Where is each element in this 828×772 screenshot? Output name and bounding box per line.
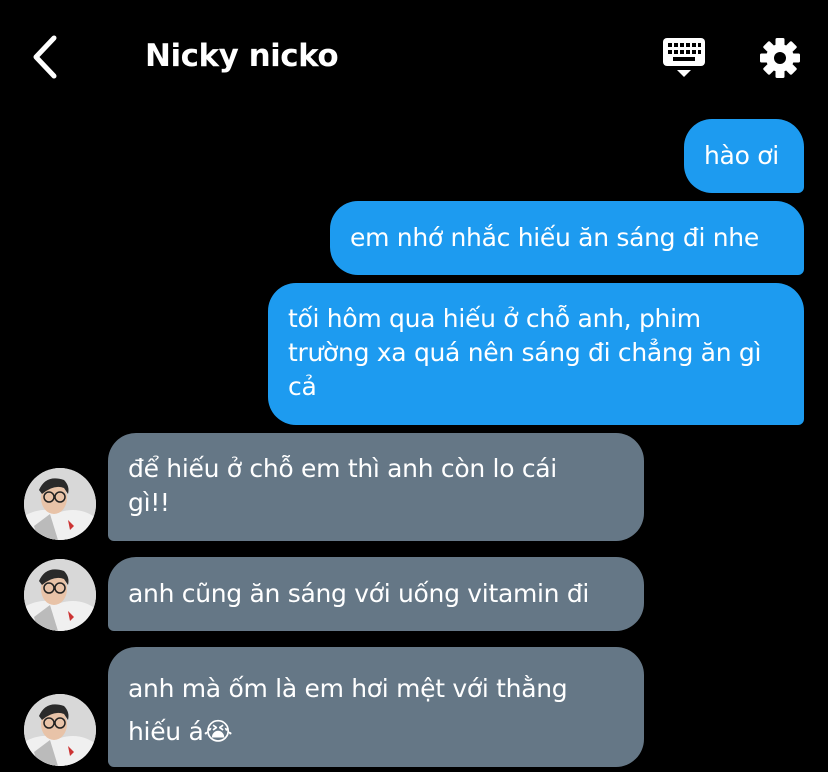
message-bubble-sent[interactable]: tối hôm qua hiếu ở chỗ anh, phim trường … (268, 283, 804, 425)
message-bubble-sent[interactable]: em nhớ nhắc hiếu ăn sáng đi nhe (330, 201, 804, 275)
message-bubble-received[interactable]: anh mà ốm là em hơi mệt với thằng hiếu á… (108, 647, 644, 767)
message-text: để hiếu ở chỗ em thì anh còn lo cái gì!! (128, 454, 557, 517)
avatar-image (24, 468, 96, 540)
gear-icon (760, 38, 800, 78)
avatar[interactable] (24, 694, 96, 766)
conversation-title: Nicky nicko (145, 38, 339, 74)
message-bubble-received[interactable]: để hiếu ở chỗ em thì anh còn lo cái gì!! (108, 433, 644, 541)
message-bubble-received[interactable]: anh cũng ăn sáng với uống vitamin đi (108, 557, 644, 631)
message-bubble-sent[interactable]: hào ơi (684, 119, 804, 193)
keyboard-icon (663, 38, 705, 77)
avatar-image (24, 559, 96, 631)
avatar[interactable] (24, 559, 96, 631)
message-text: tối hôm qua hiếu ở chỗ anh, phim trường … (288, 304, 762, 401)
keyboard-button[interactable] (662, 36, 706, 80)
message-text: hào ơi (704, 141, 779, 170)
chevron-left-icon (33, 35, 57, 79)
message-text: em nhớ nhắc hiếu ăn sáng đi nhe (350, 223, 759, 252)
back-button[interactable] (28, 34, 64, 80)
message-text: anh cũng ăn sáng với uống vitamin đi (128, 579, 590, 608)
avatar[interactable] (24, 468, 96, 540)
conversation-header: Nicky nicko (0, 0, 828, 112)
settings-button[interactable] (758, 36, 802, 80)
message-text: anh mà ốm là em hơi mệt với thằng hiếu á… (128, 674, 568, 746)
avatar-image (24, 694, 96, 766)
